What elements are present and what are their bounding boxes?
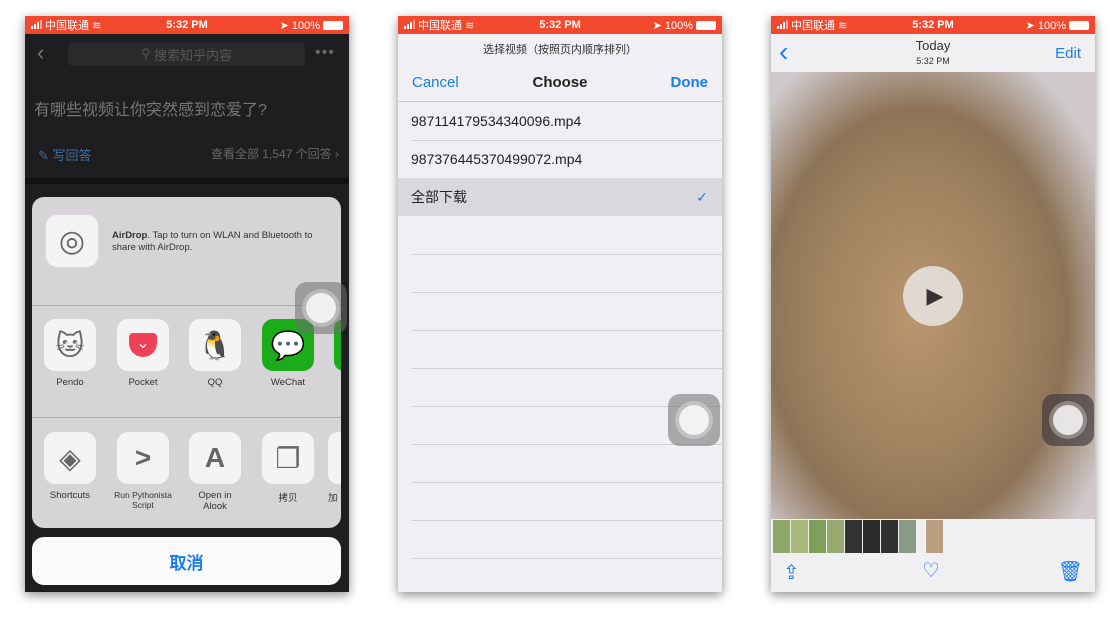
- action-partial[interactable]: 加: [328, 432, 341, 504]
- empty-row-divider: [411, 520, 722, 521]
- question-title: 有哪些视频让你突然感到恋爱了?: [34, 102, 267, 119]
- action-label: 拷贝: [278, 493, 298, 504]
- copy-icon: ❐: [262, 432, 314, 484]
- item-label: 987376445370499072.mp4: [411, 151, 583, 167]
- thumbnail[interactable]: [899, 520, 916, 553]
- phone-photos: 中国联通 ≋ 5:32 PM ➤ 100% ‹ Today 5:32 PM Ed…: [771, 16, 1095, 592]
- thumbnail[interactable]: [863, 520, 880, 553]
- thumbnail[interactable]: [845, 520, 862, 553]
- list-item[interactable]: 987114179534340096.mp4: [398, 102, 722, 140]
- play-button[interactable]: ▶: [903, 266, 963, 326]
- share-app-qq[interactable]: 🐧 QQ: [188, 319, 242, 388]
- time: 5:32 PM: [912, 19, 954, 31]
- action-copy[interactable]: ❐ 拷贝: [261, 432, 315, 504]
- thumbnail[interactable]: [773, 520, 790, 553]
- status-bar: 中国联通 ≋ 5:32 PM ➤ 100%: [771, 16, 1095, 34]
- thumbnail-strip[interactable]: [773, 520, 944, 553]
- trash-icon[interactable]: 🗑: [1058, 559, 1083, 584]
- write-answer-button[interactable]: ✎ 写回答: [38, 145, 92, 164]
- assistive-touch-button[interactable]: [295, 282, 347, 334]
- empty-row-divider: [411, 558, 722, 559]
- action-run-pythonista[interactable]: > Run Pythonista Script: [111, 432, 175, 510]
- divider: [25, 178, 349, 184]
- prompt-icon: >: [117, 432, 169, 484]
- airdrop-icon[interactable]: ◎: [46, 215, 98, 267]
- dialog-subtitle: 选择视频（按照页内顺序排列）: [483, 44, 637, 56]
- search-icon: ⚲: [140, 46, 155, 61]
- pocket-icon: ⌄: [117, 319, 169, 371]
- thumbnail[interactable]: [827, 520, 844, 553]
- edit-icon: ✎: [38, 148, 53, 163]
- heart-icon[interactable]: ♡: [922, 558, 940, 583]
- empty-row-divider: [411, 330, 722, 331]
- empty-row-divider: [411, 482, 722, 483]
- edit-button[interactable]: Edit: [1055, 45, 1081, 62]
- action-label: Shortcuts: [49, 490, 91, 501]
- list-item[interactable]: 987376445370499072.mp4: [398, 140, 722, 178]
- action-open-alook[interactable]: A Open in Alook: [188, 432, 242, 512]
- thumbnail[interactable]: [791, 520, 808, 553]
- phone-choose-video: 中国联通 ≋ 5:32 PM ➤ 100% 选择视频（按照页内顺序排列） Can…: [398, 16, 722, 592]
- view-all-answers-link[interactable]: 查看全部 1,547 个回答 ›: [211, 145, 339, 162]
- app-label: Pendo: [56, 377, 84, 388]
- share-sheet: ◎ AirDrop. Tap to turn on WLAN and Bluet…: [32, 197, 341, 528]
- more-icon[interactable]: •••: [315, 44, 335, 62]
- nav-title: Today: [915, 38, 951, 53]
- app-label: QQ: [207, 377, 223, 388]
- share-app-pendo[interactable]: 🐱 Pendo: [43, 319, 97, 388]
- letter-a-icon: A: [189, 432, 241, 484]
- app-label: WeChat: [270, 377, 306, 388]
- thumbnail[interactable]: [809, 520, 826, 553]
- layers-icon: ◈: [44, 432, 96, 484]
- empty-row-divider: [411, 368, 722, 369]
- empty-row-divider: [411, 292, 722, 293]
- cancel-button[interactable]: 取消: [32, 537, 341, 585]
- time: 5:32 PM: [166, 19, 208, 31]
- assistive-touch-button[interactable]: [668, 394, 720, 446]
- cat-icon: 🐱: [44, 319, 96, 371]
- checkmark-icon: ✓: [696, 188, 708, 205]
- item-label: 987114179534340096.mp4: [411, 113, 582, 129]
- action-label: Run Pythonista Script: [114, 490, 172, 510]
- item-label: 全部下载: [411, 189, 467, 205]
- divider: [32, 417, 341, 418]
- phone-zhihu-share: 中国联通 ≋ 5:32 PM ➤ 100% ‹ ⚲ 搜索知乎内容 ••• 有哪些…: [25, 16, 349, 592]
- action-icon: [328, 432, 341, 484]
- thumbnail[interactable]: [917, 520, 925, 553]
- share-app-pocket[interactable]: ⌄ Pocket: [116, 319, 170, 388]
- write-answer-label: 写回答: [52, 148, 92, 163]
- action-label: 加: [328, 493, 338, 504]
- airdrop-text: AirDrop. Tap to turn on WLAN and Bluetoo…: [112, 230, 332, 254]
- time: 5:32 PM: [539, 19, 581, 31]
- thumbnail[interactable]: [926, 520, 943, 553]
- airdrop-title: AirDrop: [112, 230, 148, 241]
- thumbnail[interactable]: [881, 520, 898, 553]
- back-icon[interactable]: ‹: [37, 40, 44, 66]
- search-input[interactable]: ⚲ 搜索知乎内容: [68, 42, 305, 66]
- penguin-icon: 🐧: [189, 319, 241, 371]
- search-placeholder: 搜索知乎内容: [154, 47, 233, 63]
- assistive-touch-button[interactable]: [1042, 394, 1094, 446]
- empty-row-divider: [411, 254, 722, 255]
- done-button[interactable]: Done: [671, 74, 709, 91]
- action-label: Open in Alook: [198, 490, 232, 512]
- app-label: Pocket: [128, 377, 158, 388]
- action-shortcuts[interactable]: ◈ Shortcuts: [43, 432, 97, 501]
- status-bar: 中国联通 ≋ 5:32 PM ➤ 100%: [398, 16, 722, 34]
- list-item-selected[interactable]: 全部下载 ✓: [398, 178, 722, 216]
- status-bar: 中国联通 ≋ 5:32 PM ➤ 100%: [25, 16, 349, 34]
- share-icon[interactable]: ⇪: [783, 560, 800, 585]
- nav-subtitle: 5:32 PM: [916, 56, 950, 66]
